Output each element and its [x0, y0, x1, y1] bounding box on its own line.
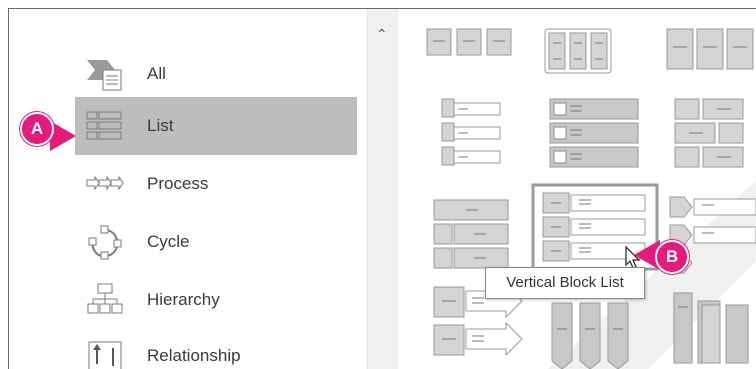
- process-icon: [86, 175, 124, 191]
- layout-thumb-banners[interactable]: [548, 299, 638, 369]
- layout-gallery: [398, 9, 756, 369]
- all-icon: [87, 60, 122, 91]
- tooltip: Vertical Block List: [485, 267, 645, 299]
- layout-thumb-vertical-box[interactable]: [548, 97, 643, 172]
- chevron-up-icon[interactable]: ⌃: [376, 27, 388, 41]
- layout-thumb-vertical-bullet[interactable]: [438, 97, 508, 169]
- relationship-icon: [88, 341, 122, 369]
- category-label: Relationship: [147, 346, 241, 365]
- layout-thumb-process[interactable]: [423, 27, 518, 67]
- callout-badge-b: B: [655, 240, 689, 274]
- callout-a-pointer: [50, 121, 76, 151]
- layout-thumb-grid[interactable]: [673, 97, 756, 169]
- layout-thumb-tables[interactable]: [668, 287, 756, 369]
- category-cycle[interactable]: Cycle: [75, 213, 357, 271]
- category-label: List: [147, 116, 174, 135]
- layout-thumb-blocks[interactable]: [663, 27, 756, 77]
- category-scrollbar[interactable]: ⌃: [367, 9, 399, 369]
- category-label: Cycle: [147, 232, 190, 251]
- cycle-icon: [88, 225, 122, 260]
- layout-thumb-stacked[interactable]: [543, 27, 613, 77]
- category-relationship[interactable]: Relationship: [75, 327, 357, 369]
- category-label: All: [147, 64, 166, 83]
- list-icon: [86, 111, 122, 140]
- category-all[interactable]: All: [75, 45, 357, 103]
- callout-badge-a: A: [20, 112, 54, 146]
- smartart-dialog: All List Process Cycle Hierarchy Relatio…: [8, 8, 756, 369]
- category-hierarchy[interactable]: Hierarchy: [75, 271, 357, 329]
- category-list-item[interactable]: List: [75, 97, 357, 155]
- category-label: Process: [147, 174, 209, 193]
- category-list: All List Process Cycle Hierarchy Relatio…: [9, 9, 380, 369]
- category-process[interactable]: Process: [75, 155, 357, 213]
- category-label: Hierarchy: [147, 290, 220, 309]
- hierarchy-icon: [87, 283, 123, 314]
